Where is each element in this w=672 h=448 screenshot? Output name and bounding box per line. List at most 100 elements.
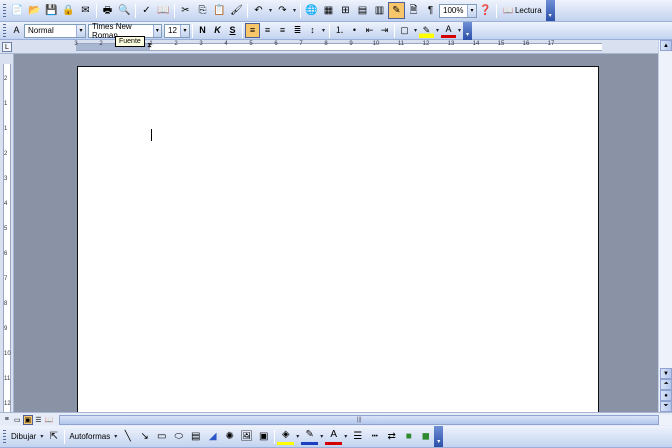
align-center-icon[interactable]: ≡ <box>260 23 275 38</box>
zoom-select[interactable]: 100% ▾ <box>439 3 477 18</box>
web-view-icon[interactable]: ▭ <box>13 415 23 425</box>
new-document-icon[interactable]: 📄 <box>9 2 26 19</box>
oval-icon[interactable]: ⬭ <box>170 428 187 445</box>
justify-icon[interactable]: ≣ <box>290 23 305 38</box>
diagram-icon[interactable]: ✺ <box>221 428 238 445</box>
chevron-down-icon[interactable]: ▾ <box>152 24 161 37</box>
scroll-thumb[interactable]: ||| <box>59 414 660 425</box>
undo-icon[interactable]: ↶ <box>250 2 267 19</box>
highlight-dropdown-icon[interactable]: ▾ <box>434 27 441 34</box>
spelling-icon[interactable]: ✓ <box>138 2 155 19</box>
scroll-down-icon[interactable]: ▼ <box>660 368 672 379</box>
chevron-down-icon[interactable]: ▾ <box>180 24 189 37</box>
undo-dropdown-icon[interactable]: ▾ <box>267 7 274 14</box>
align-right-icon[interactable]: ≡ <box>275 23 290 38</box>
line-color-dropdown-icon[interactable]: ▾ <box>318 433 325 440</box>
increase-indent-icon[interactable]: ⇥ <box>377 23 392 38</box>
show-hide-icon[interactable]: ¶ <box>422 2 439 19</box>
bold-button[interactable]: N <box>195 23 210 38</box>
document-page[interactable] <box>77 66 599 412</box>
cut-icon[interactable]: ✂ <box>177 2 194 19</box>
insert-table-icon[interactable]: ⊞ <box>337 2 354 19</box>
hyperlink-icon[interactable]: 🌐 <box>303 2 320 19</box>
next-page-icon[interactable]: ⏷ <box>660 401 672 412</box>
fill-color-dropdown-icon[interactable]: ▾ <box>294 433 301 440</box>
copy-icon[interactable]: ⎘ <box>194 2 211 19</box>
decrease-indent-icon[interactable]: ⇤ <box>362 23 377 38</box>
font-color-icon[interactable]: A <box>325 428 343 445</box>
font-color-dropdown-icon[interactable]: ▾ <box>456 27 463 34</box>
normal-view-icon[interactable]: ≡ <box>2 415 12 425</box>
outline-view-icon[interactable]: ☰ <box>34 415 44 425</box>
insert-excel-icon[interactable]: ▤ <box>354 2 371 19</box>
help-icon[interactable]: ❓ <box>477 2 494 19</box>
document-map-icon[interactable]: 🗎 <box>405 2 422 19</box>
paste-icon[interactable]: 📋 <box>211 2 228 19</box>
dash-style-icon[interactable]: ┅ <box>366 428 383 445</box>
save-icon[interactable]: 💾 <box>43 2 60 19</box>
select-objects-icon[interactable]: ⇱ <box>45 428 62 445</box>
toolbar-grip[interactable] <box>3 23 6 38</box>
horizontal-scrollbar[interactable]: ||| <box>59 414 672 425</box>
3d-style-icon[interactable]: ◼ <box>417 428 434 445</box>
draw-menu-button[interactable]: Dibujar <box>9 432 38 441</box>
previous-page-icon[interactable]: ⏶ <box>660 379 672 390</box>
arrow-icon[interactable]: ↘ <box>136 428 153 445</box>
research-icon[interactable]: 📖 <box>155 2 172 19</box>
toolbar-grip[interactable] <box>3 429 6 444</box>
picture-icon[interactable]: ▣ <box>255 428 272 445</box>
toolbar-options-icon[interactable]: ▾ <box>545 0 555 21</box>
line-icon[interactable]: ╲ <box>119 428 136 445</box>
line-color-icon[interactable]: ✎ <box>301 428 319 445</box>
reading-view-icon[interactable]: 📖 <box>44 415 54 425</box>
arrow-style-icon[interactable]: ⇄ <box>383 428 400 445</box>
print-preview-icon[interactable]: 🔍 <box>116 2 133 19</box>
styles-formatting-icon[interactable]: A <box>9 23 24 38</box>
borders-dropdown-icon[interactable]: ▾ <box>412 27 419 34</box>
shadow-style-icon[interactable]: ■ <box>400 428 417 445</box>
tables-borders-icon[interactable]: ▦ <box>320 2 337 19</box>
highlight-icon[interactable]: ✎ <box>419 23 434 38</box>
horizontal-ruler[interactable]: L ⧗ 3211234567891011121314151617 <box>0 40 672 54</box>
print-icon[interactable]: 🖶 <box>99 2 116 19</box>
redo-icon[interactable]: ↷ <box>274 2 291 19</box>
read-button[interactable]: 📖 Lectura <box>499 5 546 16</box>
chevron-down-icon[interactable]: ▾ <box>38 433 45 440</box>
borders-icon[interactable]: ▢ <box>397 23 412 38</box>
font-color-dropdown-icon[interactable]: ▾ <box>342 433 349 440</box>
toolbar-options-icon[interactable]: ▾ <box>463 21 472 40</box>
wordart-icon[interactable]: ◢ <box>204 428 221 445</box>
drawing-icon[interactable]: ✎ <box>388 2 405 19</box>
text-box-icon[interactable]: ▤ <box>187 428 204 445</box>
open-icon[interactable]: 📂 <box>26 2 43 19</box>
permission-icon[interactable]: 🔒 <box>60 2 77 19</box>
vertical-ruler[interactable]: 2112345678910111213 <box>0 54 14 432</box>
tab-selector-icon[interactable]: L <box>2 42 12 52</box>
email-icon[interactable]: ✉ <box>77 2 94 19</box>
line-spacing-dropdown-icon[interactable]: ▾ <box>320 27 327 34</box>
underline-button[interactable]: S <box>225 23 240 38</box>
clip-art-icon[interactable]: 🖼 <box>238 428 255 445</box>
toolbar-grip[interactable] <box>3 3 6 18</box>
columns-icon[interactable]: ▥ <box>371 2 388 19</box>
toolbar-options-icon[interactable]: ▾ <box>434 426 444 447</box>
bullets-icon[interactable]: • <box>347 23 362 38</box>
rectangle-icon[interactable]: ▭ <box>153 428 170 445</box>
format-painter-icon[interactable]: 🖌 <box>228 2 245 19</box>
line-spacing-icon[interactable]: ↕ <box>305 23 320 38</box>
align-left-icon[interactable]: ≡ <box>245 23 260 38</box>
chevron-down-icon[interactable]: ▾ <box>467 4 476 17</box>
vertical-scrollbar[interactable]: ▲ ▼ ⏶ ● ⏷ <box>658 40 672 412</box>
fill-color-icon[interactable]: ◈ <box>277 428 295 445</box>
line-style-icon[interactable]: ☰ <box>349 428 366 445</box>
font-color-icon[interactable]: A <box>441 23 456 38</box>
chevron-down-icon[interactable]: ▾ <box>76 24 85 37</box>
browse-object-icon[interactable]: ● <box>660 390 672 401</box>
style-select[interactable]: Normal ▾ <box>24 23 86 38</box>
redo-dropdown-icon[interactable]: ▾ <box>291 7 298 14</box>
scroll-up-icon[interactable]: ▲ <box>660 40 672 51</box>
print-layout-icon[interactable]: ▣ <box>23 414 33 425</box>
autoshapes-menu-button[interactable]: Autoformas <box>67 432 112 441</box>
font-size-select[interactable]: 12 ▾ <box>164 23 190 38</box>
numbering-icon[interactable]: ⒈ <box>332 23 347 38</box>
